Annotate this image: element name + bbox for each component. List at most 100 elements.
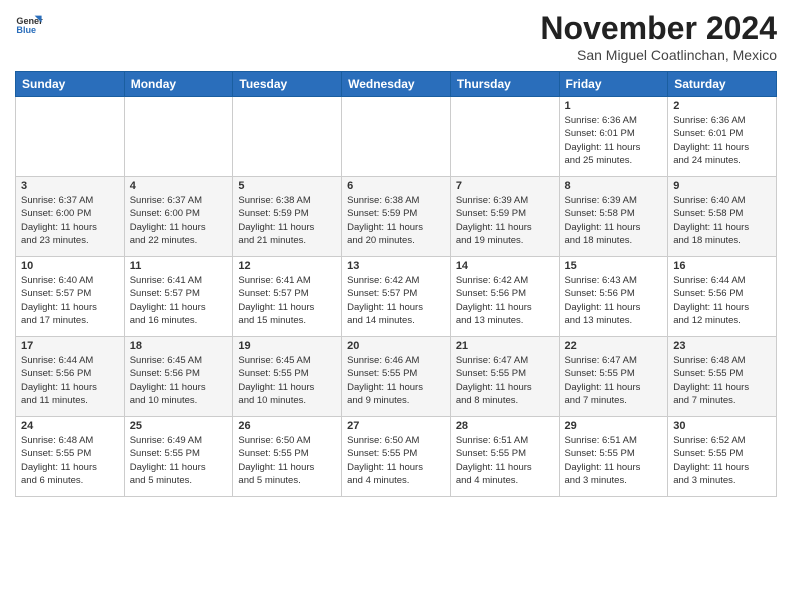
day-info: Sunrise: 6:46 AM Sunset: 5:55 PM Dayligh… xyxy=(347,354,445,407)
calendar-cell: 19 Sunrise: 6:45 AM Sunset: 5:55 PM Dayli… xyxy=(233,337,342,417)
day-number: 14 xyxy=(456,260,554,272)
day-info: Sunrise: 6:37 AM Sunset: 6:00 PM Dayligh… xyxy=(130,194,228,247)
title-area: November 2024 San Miguel Coatlinchan, Me… xyxy=(540,10,777,63)
calendar-cell: 1 Sunrise: 6:36 AM Sunset: 6:01 PM Daylig… xyxy=(559,97,668,177)
calendar-cell: 8 Sunrise: 6:39 AM Sunset: 5:58 PM Daylig… xyxy=(559,177,668,257)
day-number: 8 xyxy=(565,180,663,192)
calendar-cell xyxy=(124,97,233,177)
day-number: 10 xyxy=(21,260,119,272)
month-title: November 2024 xyxy=(540,10,777,47)
day-number: 24 xyxy=(21,420,119,432)
day-info: Sunrise: 6:47 AM Sunset: 5:55 PM Dayligh… xyxy=(565,354,663,407)
calendar-cell: 17Sunrise: 6:44 AM Sunset: 5:56 PM Dayli… xyxy=(16,337,125,417)
calendar-cell: 27 Sunrise: 6:50 AM Sunset: 5:55 PM Dayli… xyxy=(342,417,451,497)
weekday-header-saturday: Saturday xyxy=(668,72,777,97)
calendar-table: SundayMondayTuesdayWednesdayThursdayFrid… xyxy=(15,71,777,497)
day-number: 23 xyxy=(673,340,771,352)
day-number: 7 xyxy=(456,180,554,192)
day-info: Sunrise: 6:43 AM Sunset: 5:56 PM Dayligh… xyxy=(565,274,663,327)
calendar-cell: 15 Sunrise: 6:43 AM Sunset: 5:56 PM Dayli… xyxy=(559,257,668,337)
day-number: 21 xyxy=(456,340,554,352)
day-info: Sunrise: 6:48 AM Sunset: 5:55 PM Dayligh… xyxy=(673,354,771,407)
calendar-cell xyxy=(233,97,342,177)
day-number: 13 xyxy=(347,260,445,272)
day-number: 18 xyxy=(130,340,228,352)
day-info: Sunrise: 6:45 AM Sunset: 5:56 PM Dayligh… xyxy=(130,354,228,407)
calendar-cell: 16 Sunrise: 6:44 AM Sunset: 5:56 PM Dayli… xyxy=(668,257,777,337)
logo-icon: General Blue xyxy=(15,10,43,38)
day-info: Sunrise: 6:37 AM Sunset: 6:00 PM Dayligh… xyxy=(21,194,119,247)
calendar-cell: 13 Sunrise: 6:42 AM Sunset: 5:57 PM Dayli… xyxy=(342,257,451,337)
day-number: 16 xyxy=(673,260,771,272)
calendar-cell: 30 Sunrise: 6:52 AM Sunset: 5:55 PM Dayli… xyxy=(668,417,777,497)
day-number: 1 xyxy=(565,100,663,112)
calendar-cell: 7Sunrise: 6:39 AM Sunset: 5:59 PM Daylig… xyxy=(450,177,559,257)
calendar-cell: 10 Sunrise: 6:40 AM Sunset: 5:57 PM Dayli… xyxy=(16,257,125,337)
calendar-cell: 9 Sunrise: 6:40 AM Sunset: 5:58 PM Daylig… xyxy=(668,177,777,257)
day-number: 11 xyxy=(130,260,228,272)
day-number: 9 xyxy=(673,180,771,192)
calendar-cell: 11 Sunrise: 6:41 AM Sunset: 5:57 PM Dayli… xyxy=(124,257,233,337)
calendar-cell: 20Sunrise: 6:46 AM Sunset: 5:55 PM Dayli… xyxy=(342,337,451,417)
day-info: Sunrise: 6:38 AM Sunset: 5:59 PM Dayligh… xyxy=(347,194,445,247)
weekday-header-monday: Monday xyxy=(124,72,233,97)
day-info: Sunrise: 6:49 AM Sunset: 5:55 PM Dayligh… xyxy=(130,434,228,487)
page-header: General Blue November 2024 San Miguel Co… xyxy=(15,10,777,63)
day-info: Sunrise: 6:50 AM Sunset: 5:55 PM Dayligh… xyxy=(347,434,445,487)
calendar-cell xyxy=(16,97,125,177)
day-info: Sunrise: 6:38 AM Sunset: 5:59 PM Dayligh… xyxy=(238,194,336,247)
day-info: Sunrise: 6:41 AM Sunset: 5:57 PM Dayligh… xyxy=(238,274,336,327)
day-number: 5 xyxy=(238,180,336,192)
day-info: Sunrise: 6:40 AM Sunset: 5:58 PM Dayligh… xyxy=(673,194,771,247)
day-info: Sunrise: 6:40 AM Sunset: 5:57 PM Dayligh… xyxy=(21,274,119,327)
day-info: Sunrise: 6:41 AM Sunset: 5:57 PM Dayligh… xyxy=(130,274,228,327)
weekday-header-wednesday: Wednesday xyxy=(342,72,451,97)
day-info: Sunrise: 6:52 AM Sunset: 5:55 PM Dayligh… xyxy=(673,434,771,487)
calendar-cell: 18 Sunrise: 6:45 AM Sunset: 5:56 PM Dayli… xyxy=(124,337,233,417)
calendar-cell: 24 Sunrise: 6:48 AM Sunset: 5:55 PM Dayli… xyxy=(16,417,125,497)
calendar-cell: 4 Sunrise: 6:37 AM Sunset: 6:00 PM Daylig… xyxy=(124,177,233,257)
calendar-cell: 2 Sunrise: 6:36 AM Sunset: 6:01 PM Daylig… xyxy=(668,97,777,177)
svg-text:Blue: Blue xyxy=(16,25,36,35)
calendar-week-row: 10 Sunrise: 6:40 AM Sunset: 5:57 PM Dayli… xyxy=(16,257,777,337)
day-info: Sunrise: 6:50 AM Sunset: 5:55 PM Dayligh… xyxy=(238,434,336,487)
calendar-cell: 5 Sunrise: 6:38 AM Sunset: 5:59 PM Daylig… xyxy=(233,177,342,257)
day-number: 28 xyxy=(456,420,554,432)
calendar-cell: 23 Sunrise: 6:48 AM Sunset: 5:55 PM Dayli… xyxy=(668,337,777,417)
calendar-cell: 25 Sunrise: 6:49 AM Sunset: 5:55 PM Dayli… xyxy=(124,417,233,497)
day-info: Sunrise: 6:39 AM Sunset: 5:58 PM Dayligh… xyxy=(565,194,663,247)
day-number: 19 xyxy=(238,340,336,352)
calendar-week-row: 17Sunrise: 6:44 AM Sunset: 5:56 PM Dayli… xyxy=(16,337,777,417)
calendar-week-row: 1 Sunrise: 6:36 AM Sunset: 6:01 PM Daylig… xyxy=(16,97,777,177)
day-info: Sunrise: 6:48 AM Sunset: 5:55 PM Dayligh… xyxy=(21,434,119,487)
calendar-week-row: 3 Sunrise: 6:37 AM Sunset: 6:00 PM Daylig… xyxy=(16,177,777,257)
location-title: San Miguel Coatlinchan, Mexico xyxy=(540,47,777,63)
calendar-cell: 12Sunrise: 6:41 AM Sunset: 5:57 PM Dayli… xyxy=(233,257,342,337)
day-info: Sunrise: 6:45 AM Sunset: 5:55 PM Dayligh… xyxy=(238,354,336,407)
calendar-cell: 21 Sunrise: 6:47 AM Sunset: 5:55 PM Dayli… xyxy=(450,337,559,417)
calendar-cell xyxy=(342,97,451,177)
day-number: 6 xyxy=(347,180,445,192)
weekday-header-friday: Friday xyxy=(559,72,668,97)
calendar-week-row: 24 Sunrise: 6:48 AM Sunset: 5:55 PM Dayli… xyxy=(16,417,777,497)
calendar-cell: 14Sunrise: 6:42 AM Sunset: 5:56 PM Dayli… xyxy=(450,257,559,337)
calendar-cell xyxy=(450,97,559,177)
day-info: Sunrise: 6:47 AM Sunset: 5:55 PM Dayligh… xyxy=(456,354,554,407)
day-number: 27 xyxy=(347,420,445,432)
day-number: 4 xyxy=(130,180,228,192)
day-info: Sunrise: 6:51 AM Sunset: 5:55 PM Dayligh… xyxy=(456,434,554,487)
day-info: Sunrise: 6:42 AM Sunset: 5:57 PM Dayligh… xyxy=(347,274,445,327)
day-info: Sunrise: 6:44 AM Sunset: 5:56 PM Dayligh… xyxy=(673,274,771,327)
weekday-header-tuesday: Tuesday xyxy=(233,72,342,97)
day-number: 15 xyxy=(565,260,663,272)
day-number: 30 xyxy=(673,420,771,432)
day-number: 25 xyxy=(130,420,228,432)
day-info: Sunrise: 6:36 AM Sunset: 6:01 PM Dayligh… xyxy=(673,114,771,167)
day-number: 26 xyxy=(238,420,336,432)
day-number: 29 xyxy=(565,420,663,432)
day-number: 2 xyxy=(673,100,771,112)
calendar-cell: 3 Sunrise: 6:37 AM Sunset: 6:00 PM Daylig… xyxy=(16,177,125,257)
day-info: Sunrise: 6:36 AM Sunset: 6:01 PM Dayligh… xyxy=(565,114,663,167)
day-info: Sunrise: 6:51 AM Sunset: 5:55 PM Dayligh… xyxy=(565,434,663,487)
day-number: 3 xyxy=(21,180,119,192)
